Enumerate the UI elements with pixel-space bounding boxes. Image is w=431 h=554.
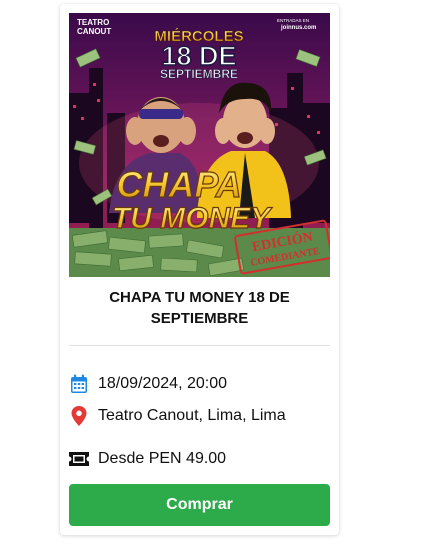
poster-ticket-brand: joinnus.com	[280, 25, 316, 31]
divider	[69, 345, 330, 346]
event-date-row: 18/09/2024, 20:00	[69, 372, 330, 396]
event-title[interactable]: CHAPA TU MONEY 18 DE SEPTIEMBRE	[69, 287, 330, 329]
poster-logo-line1: TEATRO	[77, 18, 109, 27]
event-card[interactable]: TEATRO CANOUT ENTRADAS EN joinnus.com MI…	[60, 4, 339, 535]
event-venue-row: Teatro Canout, Lima, Lima	[69, 404, 330, 428]
event-price-row: Desde PEN 49.00	[69, 447, 330, 471]
calendar-icon	[69, 374, 89, 394]
location-pin-icon	[69, 406, 89, 426]
ticket-icon	[69, 449, 89, 469]
poster-image: TEATRO CANOUT ENTRADAS EN joinnus.com MI…	[69, 13, 330, 277]
buy-button[interactable]: Comprar	[69, 484, 330, 526]
event-venue: Teatro Canout, Lima, Lima	[98, 407, 286, 424]
poster-month: SEPTIEMBRE	[160, 67, 238, 81]
poster-ticket-brand-small: ENTRADAS EN	[277, 18, 309, 23]
poster-show-line1: CHAPA	[116, 164, 241, 205]
event-poster[interactable]: TEATRO CANOUT ENTRADAS EN joinnus.com MI…	[69, 13, 330, 277]
poster-logo-line2: CANOUT	[77, 27, 111, 36]
poster-show-line2: TU MONEY	[112, 202, 273, 235]
event-date: 18/09/2024, 20:00	[98, 375, 228, 392]
event-price: Desde PEN 49.00	[98, 450, 227, 467]
